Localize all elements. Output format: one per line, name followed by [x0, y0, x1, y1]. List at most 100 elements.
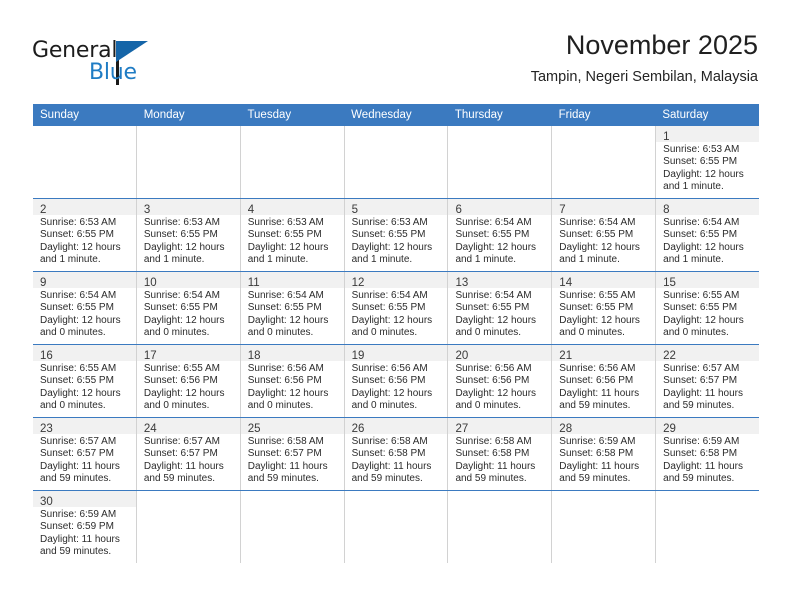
daylight-text: Daylight: 11 hours and 59 minutes. — [40, 460, 120, 485]
day-sun-info: Sunrise: 6:56 AM Sunset: 6:56 PM Daylight:… — [448, 361, 551, 416]
calendar-day-cell[interactable]: 21 Sunrise: 6:56 AM Sunset: 6:56 PM Dayligh… — [552, 345, 657, 417]
calendar-day-cell[interactable]: 1 Sunrise: 6:53 AM Sunset: 6:55 PM Daylight… — [656, 126, 760, 198]
calendar-day-cell[interactable]: 23 Sunrise: 6:57 AM Sunset: 6:57 PM Dayligh… — [33, 418, 137, 490]
day-sun-info: Sunrise: 6:56 AM Sunset: 6:56 PM Daylight:… — [552, 361, 655, 416]
sunset-text: Sunset: 6:55 PM — [40, 302, 114, 314]
day-sun-info: Sunrise: 6:54 AM Sunset: 6:55 PM Daylight:… — [137, 288, 240, 343]
sunrise-text: Sunrise: 6:54 AM — [455, 290, 532, 301]
calendar-day-cell[interactable]: 20 Sunrise: 6:56 AM Sunset: 6:56 PM Dayligh… — [448, 345, 553, 417]
daylight-text: Daylight: 12 hours and 1 minute. — [351, 241, 433, 266]
day-number-strip: 6 — [448, 199, 552, 216]
calendar-day-cell[interactable]: 9 Sunrise: 6:54 AM Sunset: 6:55 PM Daylight… — [33, 272, 137, 344]
weekday-header-monday: Monday — [143, 109, 185, 121]
calendar-day-cell[interactable]: 27 Sunrise: 6:58 AM Sunset: 6:58 PM Dayligh… — [448, 418, 553, 490]
day-number: 12 — [351, 277, 365, 289]
calendar-day-cell[interactable]: 29 Sunrise: 6:59 AM Sunset: 6:58 PM Dayligh… — [656, 418, 760, 490]
sunrise-text: Sunrise: 6:58 AM — [247, 436, 324, 447]
calendar-day-cell[interactable]: 26 Sunrise: 6:58 AM Sunset: 6:58 PM Dayligh… — [344, 418, 449, 490]
calendar-day-cell[interactable]: 24 Sunrise: 6:57 AM Sunset: 6:57 PM Dayligh… — [136, 418, 241, 490]
calendar-day-cell[interactable]: 3 Sunrise: 6:53 AM Sunset: 6:55 PM Daylight… — [136, 199, 241, 271]
sunrise-text: Sunrise: 6:57 AM — [663, 363, 740, 374]
day-number-strip: 15 — [656, 272, 760, 289]
day-number-strip — [656, 491, 760, 507]
calendar-day-cell[interactable]: 11 Sunrise: 6:54 AM Sunset: 6:55 PM Dayligh… — [240, 272, 345, 344]
day-sun-info: Sunrise: 6:53 AM Sunset: 6:55 PM Daylight:… — [137, 215, 240, 270]
calendar-day-cell[interactable]: 10 Sunrise: 6:54 AM Sunset: 6:55 PM Dayligh… — [136, 272, 241, 344]
calendar-day-cell[interactable]: 2 Sunrise: 6:53 AM Sunset: 6:55 PM Daylight… — [33, 199, 137, 271]
day-number-strip: 28 — [552, 418, 656, 435]
day-number-strip: 9 — [33, 272, 136, 289]
calendar-day-cell[interactable]: 30 Sunrise: 6:59 AM Sunset: 6:59 PM Dayligh… — [33, 491, 137, 563]
daylight-text: Daylight: 11 hours and 59 minutes. — [559, 387, 640, 412]
day-sun-info: Sunrise: 6:54 AM Sunset: 6:55 PM Daylight:… — [448, 215, 551, 270]
calendar-day-cell[interactable]: 19 Sunrise: 6:56 AM Sunset: 6:56 PM Dayligh… — [344, 345, 449, 417]
day-number-strip — [344, 126, 448, 142]
day-sun-info: Sunrise: 6:58 AM Sunset: 6:58 PM Daylight:… — [448, 434, 551, 489]
calendar-day-cell[interactable]: 22 Sunrise: 6:57 AM Sunset: 6:57 PM Dayligh… — [656, 345, 760, 417]
day-sun-info: Sunrise: 6:59 AM Sunset: 6:59 PM Daylight:… — [33, 507, 136, 562]
day-number: 10 — [143, 277, 157, 289]
calendar-day-cell[interactable]: 12 Sunrise: 6:54 AM Sunset: 6:55 PM Dayligh… — [344, 272, 449, 344]
calendar-day-cell[interactable]: 28 Sunrise: 6:59 AM Sunset: 6:58 PM Dayligh… — [552, 418, 657, 490]
sunrise-text: Sunrise: 6:54 AM — [247, 290, 324, 301]
page-title: November 2025 — [565, 30, 758, 60]
day-number: 19 — [351, 350, 365, 362]
calendar-day-cell[interactable]: 16 Sunrise: 6:55 AM Sunset: 6:55 PM Dayligh… — [33, 345, 137, 417]
sunset-text: Sunset: 6:59 PM — [40, 521, 114, 533]
day-number: 18 — [247, 350, 261, 362]
day-number: 3 — [143, 204, 151, 216]
day-number-strip: 4 — [240, 199, 344, 216]
calendar-day-cell[interactable]: 8 Sunrise: 6:54 AM Sunset: 6:55 PM Daylight… — [656, 199, 760, 271]
sunset-text: Sunset: 6:57 PM — [247, 448, 322, 460]
day-sun-info: Sunrise: 6:54 AM Sunset: 6:55 PM Daylight:… — [552, 215, 655, 270]
daylight-text: Daylight: 12 hours and 0 minutes. — [351, 314, 433, 339]
day-number-strip — [33, 126, 136, 142]
daylight-text: Daylight: 12 hours and 1 minute. — [559, 241, 640, 266]
day-number-strip: 18 — [240, 345, 344, 362]
page-header: General Blue November 2025 Tampin, Neger… — [0, 0, 792, 104]
calendar-day-cell-empty — [448, 126, 553, 198]
day-number: 9 — [40, 277, 47, 289]
sunset-text: Sunset: 6:57 PM — [143, 448, 218, 460]
day-number-strip: 25 — [240, 418, 344, 435]
day-sun-info: Sunrise: 6:53 AM Sunset: 6:55 PM Daylight:… — [656, 142, 759, 197]
day-number: 13 — [455, 277, 469, 289]
sunrise-text: Sunrise: 6:54 AM — [559, 217, 636, 228]
calendar-day-cell[interactable]: 4 Sunrise: 6:53 AM Sunset: 6:55 PM Daylight… — [240, 199, 345, 271]
day-sun-info: Sunrise: 6:57 AM Sunset: 6:57 PM Daylight:… — [33, 434, 136, 489]
day-number-strip: 23 — [33, 418, 136, 435]
calendar-day-cell[interactable]: 6 Sunrise: 6:54 AM Sunset: 6:55 PM Daylight… — [448, 199, 553, 271]
title-block: November 2025 Tampin, Negeri Sembilan, M… — [531, 28, 758, 87]
day-sun-info: Sunrise: 6:57 AM Sunset: 6:57 PM Daylight:… — [656, 361, 759, 416]
day-number: 6 — [455, 204, 462, 216]
sunset-text: Sunset: 6:57 PM — [663, 375, 738, 387]
calendar-day-cell[interactable]: 13 Sunrise: 6:54 AM Sunset: 6:55 PM Dayligh… — [448, 272, 553, 344]
day-number: 8 — [663, 204, 670, 216]
calendar-day-cell[interactable]: 7 Sunrise: 6:54 AM Sunset: 6:55 PM Daylight… — [552, 199, 657, 271]
daylight-text: Daylight: 11 hours and 59 minutes. — [559, 460, 640, 485]
sunrise-text: Sunrise: 6:56 AM — [351, 363, 428, 374]
calendar-day-cell[interactable]: 18 Sunrise: 6:56 AM Sunset: 6:56 PM Dayligh… — [240, 345, 345, 417]
sunset-text: Sunset: 6:55 PM — [455, 302, 530, 314]
calendar-day-cell[interactable]: 15 Sunrise: 6:55 AM Sunset: 6:55 PM Dayligh… — [656, 272, 760, 344]
calendar-day-cell-empty — [136, 491, 241, 563]
calendar-day-cell[interactable]: 17 Sunrise: 6:55 AM Sunset: 6:56 PM Dayligh… — [136, 345, 241, 417]
day-sun-info: Sunrise: 6:55 AM Sunset: 6:55 PM Daylight:… — [656, 288, 759, 343]
calendar-week-row: 2 Sunrise: 6:53 AM Sunset: 6:55 PM Daylight… — [33, 199, 760, 272]
sunrise-text: Sunrise: 6:53 AM — [351, 217, 428, 228]
sunrise-text: Sunrise: 6:53 AM — [40, 217, 117, 228]
logo-text-general: General — [32, 38, 118, 63]
weekday-header-tuesday: Tuesday — [247, 109, 292, 121]
day-number: 21 — [559, 350, 573, 362]
day-number: 28 — [559, 423, 573, 435]
weekday-header-wednesday: Wednesday — [351, 109, 412, 121]
day-number: 29 — [663, 423, 676, 435]
sunrise-text: Sunrise: 6:53 AM — [143, 217, 221, 228]
sunset-text: Sunset: 6:55 PM — [663, 302, 738, 314]
calendar-day-cell[interactable]: 25 Sunrise: 6:58 AM Sunset: 6:57 PM Dayligh… — [240, 418, 345, 490]
calendar-day-cell[interactable]: 5 Sunrise: 6:53 AM Sunset: 6:55 PM Daylight… — [344, 199, 449, 271]
day-number-strip: 7 — [552, 199, 656, 216]
day-sun-info: Sunrise: 6:55 AM Sunset: 6:55 PM Daylight:… — [33, 361, 136, 416]
day-number-strip: 13 — [448, 272, 552, 289]
calendar-day-cell[interactable]: 14 Sunrise: 6:55 AM Sunset: 6:55 PM Dayligh… — [552, 272, 657, 344]
